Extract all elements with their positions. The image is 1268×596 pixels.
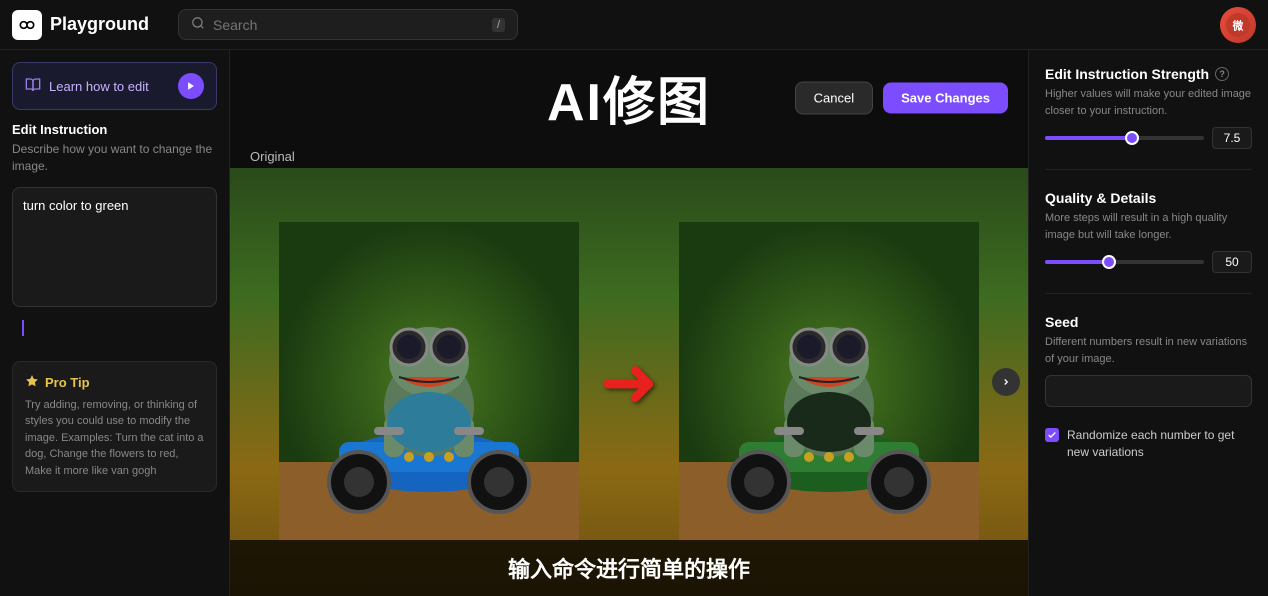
learn-btn-label: Learn how to edit [49, 79, 149, 94]
edit-instruction-section: Edit Instruction Describe how you want t… [12, 122, 217, 175]
strength-desc: Higher values will make your edited imag… [1045, 86, 1252, 119]
quality-value[interactable]: 50 [1212, 251, 1252, 273]
instruction-input[interactable]: turn color to green [12, 187, 217, 307]
strength-slider-thumb[interactable] [1125, 131, 1139, 145]
quality-slider-fill [1045, 260, 1109, 264]
search-input[interactable] [213, 17, 484, 33]
randomize-checkbox[interactable] [1045, 428, 1059, 442]
red-arrow-icon: ➜ [600, 347, 659, 417]
right-panel: Edit Instruction Strength ? Higher value… [1028, 50, 1268, 596]
edited-frog-svg [679, 222, 979, 542]
star-icon [25, 374, 39, 391]
edit-instruction-desc: Describe how you want to change the imag… [12, 141, 217, 175]
left-sidebar: Learn how to edit Edit Instruction Descr… [0, 50, 230, 596]
strength-section: Edit Instruction Strength ? Higher value… [1045, 66, 1252, 149]
seed-input[interactable] [1045, 375, 1252, 407]
strength-slider-row: 7.5 [1045, 127, 1252, 149]
strength-info-icon[interactable]: ? [1215, 67, 1229, 81]
canvas-area: AI修图 Cancel Save Changes Original [230, 50, 1028, 596]
quality-slider-thumb[interactable] [1102, 255, 1116, 269]
original-image [279, 222, 579, 542]
quality-title: Quality & Details [1045, 190, 1252, 206]
edited-image [679, 222, 979, 542]
randomize-row: Randomize each number to get new variati… [1045, 427, 1252, 461]
book-icon [25, 77, 41, 96]
strength-title: Edit Instruction Strength ? [1045, 66, 1252, 82]
seed-title: Seed [1045, 314, 1252, 330]
strength-slider-track[interactable] [1045, 136, 1204, 140]
search-icon [191, 16, 205, 33]
save-changes-button[interactable]: Save Changes [883, 82, 1008, 113]
seed-section: Seed Different numbers result in new var… [1045, 314, 1252, 407]
strength-value[interactable]: 7.5 [1212, 127, 1252, 149]
frog-scene: ➜ [230, 168, 1028, 596]
logo-area: Playground [12, 10, 162, 40]
quality-slider-row: 50 [1045, 251, 1252, 273]
app-title: Playground [50, 14, 149, 35]
quality-slider-track[interactable] [1045, 260, 1204, 264]
pro-tip-title: Pro Tip [25, 374, 204, 391]
subtitle-text: 输入命令进行简单的操作 [508, 557, 750, 582]
learn-btn-content: Learn how to edit [25, 77, 149, 96]
edit-instruction-title: Edit Instruction [12, 122, 217, 137]
kbd-shortcut: / [492, 18, 505, 32]
text-cursor [22, 320, 24, 336]
image-container: ➜ [230, 168, 1028, 596]
logo-icon [12, 10, 42, 40]
randomize-label: Randomize each number to get new variati… [1067, 427, 1252, 461]
strength-slider-fill [1045, 136, 1132, 140]
original-frog-svg [279, 222, 579, 542]
svg-text:微: 微 [1232, 19, 1244, 32]
quality-section: Quality & Details More steps will result… [1045, 190, 1252, 273]
pro-tip-box: Pro Tip Try adding, removing, or thinkin… [12, 361, 217, 493]
canvas-title: AI修图 [547, 60, 711, 135]
original-label: Original [230, 145, 1028, 168]
search-bar[interactable]: / [178, 9, 518, 40]
pro-tip-text: Try adding, removing, or thinking of sty… [25, 397, 204, 480]
instruction-input-container: turn color to green [12, 187, 217, 349]
scroll-right-button[interactable] [992, 368, 1020, 396]
divider-2 [1045, 293, 1252, 294]
canvas-header: AI修图 Cancel Save Changes [230, 50, 1028, 145]
quality-desc: More steps will result in a high quality… [1045, 210, 1252, 243]
canvas-actions: Cancel Save Changes [795, 81, 1008, 114]
avatar-inner: 微 [1220, 7, 1256, 43]
arrow-container: ➜ [579, 347, 679, 417]
main-layout: Learn how to edit Edit Instruction Descr… [0, 50, 1268, 596]
play-button[interactable] [178, 73, 204, 99]
divider-1 [1045, 169, 1252, 170]
cancel-button[interactable]: Cancel [795, 81, 873, 114]
subtitle-overlay: 输入命令进行简单的操作 [230, 540, 1028, 596]
avatar[interactable]: 微 [1220, 7, 1256, 43]
seed-desc: Different numbers result in new variatio… [1045, 334, 1252, 367]
learn-how-to-edit-button[interactable]: Learn how to edit [12, 62, 217, 110]
header: Playground / 微 [0, 0, 1268, 50]
